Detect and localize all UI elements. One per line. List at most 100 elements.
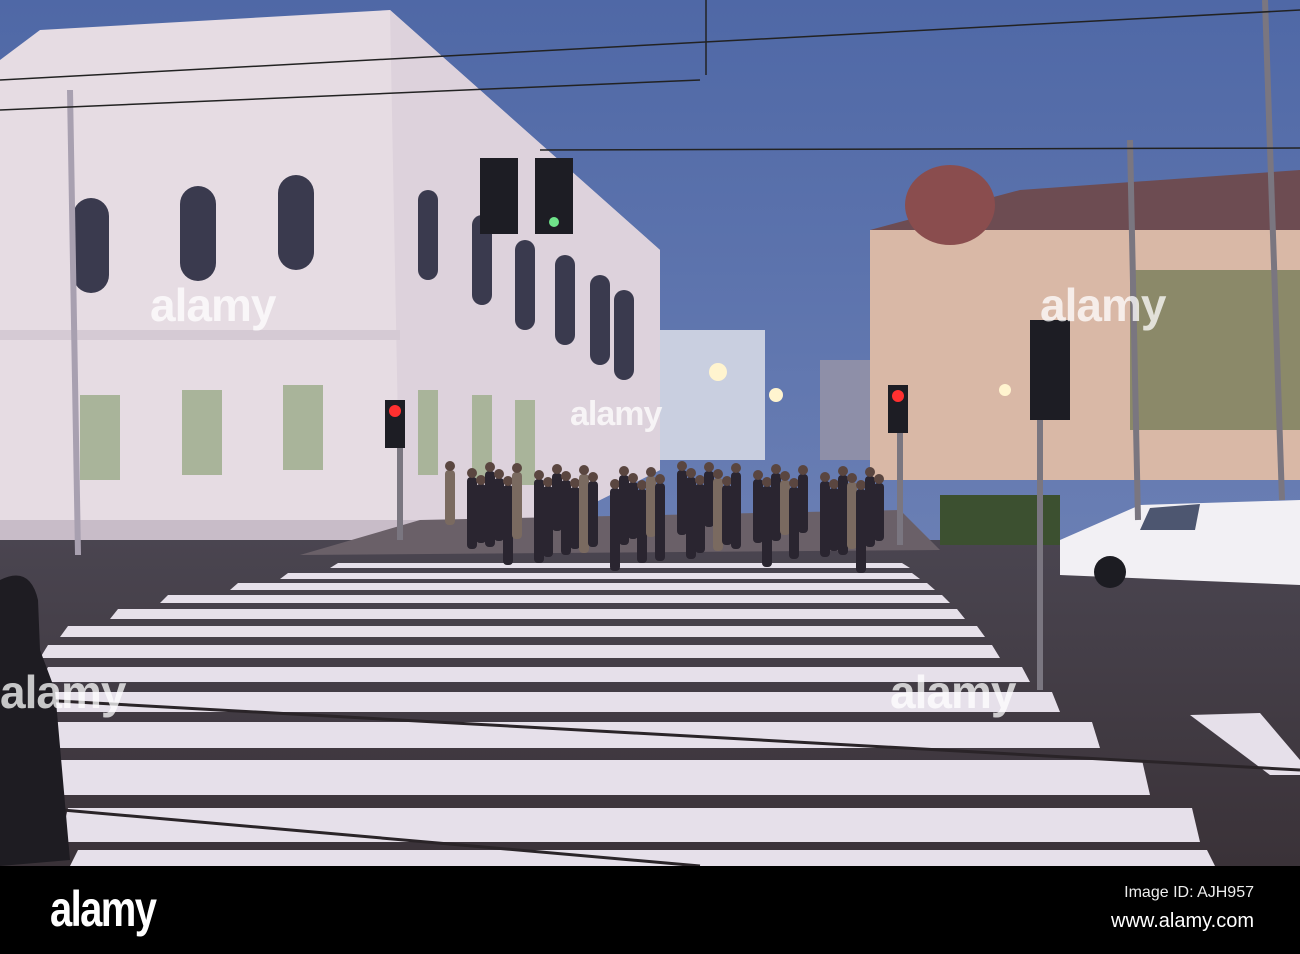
website-link[interactable]: www.alamy.com — [1111, 910, 1254, 933]
pedestrian-head — [646, 467, 656, 477]
pedestrian-head — [865, 467, 875, 477]
pedestrian-head — [610, 479, 620, 489]
pedestrian — [820, 481, 830, 557]
pedestrian-head — [798, 465, 808, 475]
crosswalk-stripe — [40, 667, 1030, 682]
pedestrian — [534, 479, 544, 563]
window — [555, 255, 575, 345]
pedestrian — [619, 475, 629, 545]
pedestrian-head — [677, 461, 687, 471]
window — [180, 186, 216, 281]
pedestrian-head — [789, 478, 799, 488]
pedestrian-head — [445, 461, 455, 471]
pedestrian — [762, 486, 772, 567]
pedestrian-head — [552, 464, 562, 474]
pedestrian — [677, 470, 687, 535]
pedestrian — [570, 487, 580, 549]
watermark: alamy — [150, 279, 276, 331]
pedestrian-head — [494, 469, 504, 479]
window — [590, 275, 610, 365]
image-id: Image ID: AJH957 — [1124, 884, 1254, 901]
pedestrian — [445, 470, 455, 525]
pedestrian-head — [762, 477, 772, 487]
pedestrian-head — [485, 462, 495, 472]
pedestrian-head — [686, 468, 696, 478]
pedestrian-head — [588, 472, 598, 482]
pedestrian — [789, 487, 799, 559]
lit-window — [283, 385, 323, 470]
pedestrian-head — [619, 466, 629, 476]
pedestrian — [704, 471, 714, 527]
window — [418, 190, 438, 280]
window — [278, 175, 314, 270]
pedestrian-head — [579, 465, 589, 475]
pedestrian — [847, 482, 857, 549]
pedestrian-head — [820, 472, 830, 482]
distant-building — [650, 330, 765, 460]
pedestrian — [485, 471, 495, 547]
pedestrian-head — [695, 475, 705, 485]
lit-window — [80, 395, 120, 480]
pedestrian — [753, 479, 763, 543]
pedestrian — [874, 483, 884, 541]
pedestrian-head — [543, 477, 553, 487]
crosswalk-stripe — [50, 760, 1150, 795]
pedestrian — [588, 481, 598, 547]
pedestrian-head — [780, 471, 790, 481]
pedestrian-head — [570, 478, 580, 488]
pedestrian — [713, 478, 723, 551]
crosswalk-stripe — [60, 626, 985, 637]
alamy-logo: alamy — [50, 881, 157, 937]
footer-bar: alamy Image ID: AJH957 www.alamy.com — [0, 866, 1300, 954]
pedestrian-head — [476, 475, 486, 485]
pedestrian — [686, 477, 696, 559]
pedestrian — [561, 480, 571, 555]
pedestrian-head — [713, 469, 723, 479]
pedestrian — [865, 476, 875, 547]
crosswalk-stripe — [40, 722, 1100, 748]
pedestrian — [655, 483, 665, 561]
pedestrian-head — [731, 463, 741, 473]
pedestrian-head — [874, 474, 884, 484]
watermark: alamy — [1040, 279, 1166, 331]
crosswalk-stripe — [110, 609, 965, 619]
pedestrian — [494, 478, 504, 541]
photo: alamy alamy alamy alamy alamy alamy Imag… — [0, 0, 1300, 954]
pedestrian-head — [637, 480, 647, 490]
pedestrian-head — [467, 468, 477, 478]
pedestrian-head — [534, 470, 544, 480]
pedestrian — [503, 485, 513, 565]
watermark: alamy — [0, 666, 126, 718]
pedestrian-head — [856, 480, 866, 490]
pedestrian — [476, 484, 486, 543]
pedestrian — [543, 486, 553, 557]
pedestrian — [467, 477, 477, 549]
pedestrian-head — [771, 464, 781, 474]
pedestrian — [579, 474, 589, 553]
pedestrian — [771, 473, 781, 541]
crosswalk-stripe — [70, 850, 1215, 866]
pedestrian — [722, 485, 732, 545]
pedestrian — [838, 475, 848, 555]
pedestrian — [731, 472, 741, 549]
pedestrian-head — [503, 476, 513, 486]
watermark: alamy — [570, 395, 662, 433]
pedestrian — [646, 476, 656, 537]
pedestrian — [798, 474, 808, 533]
pedestrian-head — [838, 466, 848, 476]
window — [515, 240, 535, 330]
window — [73, 198, 109, 293]
window — [614, 290, 634, 380]
pedestrian-head — [628, 473, 638, 483]
watermark: alamy — [890, 666, 1016, 718]
pedestrian — [610, 488, 620, 571]
pedestrian — [512, 472, 522, 539]
pedestrian-head — [753, 470, 763, 480]
pedestrian — [552, 473, 562, 531]
pedestrian-head — [655, 474, 665, 484]
lit-window — [418, 390, 438, 475]
crosswalk-stripe — [280, 573, 920, 579]
lit-window — [182, 390, 222, 475]
pedestrian-head — [847, 473, 857, 483]
pedestrian — [780, 480, 790, 535]
